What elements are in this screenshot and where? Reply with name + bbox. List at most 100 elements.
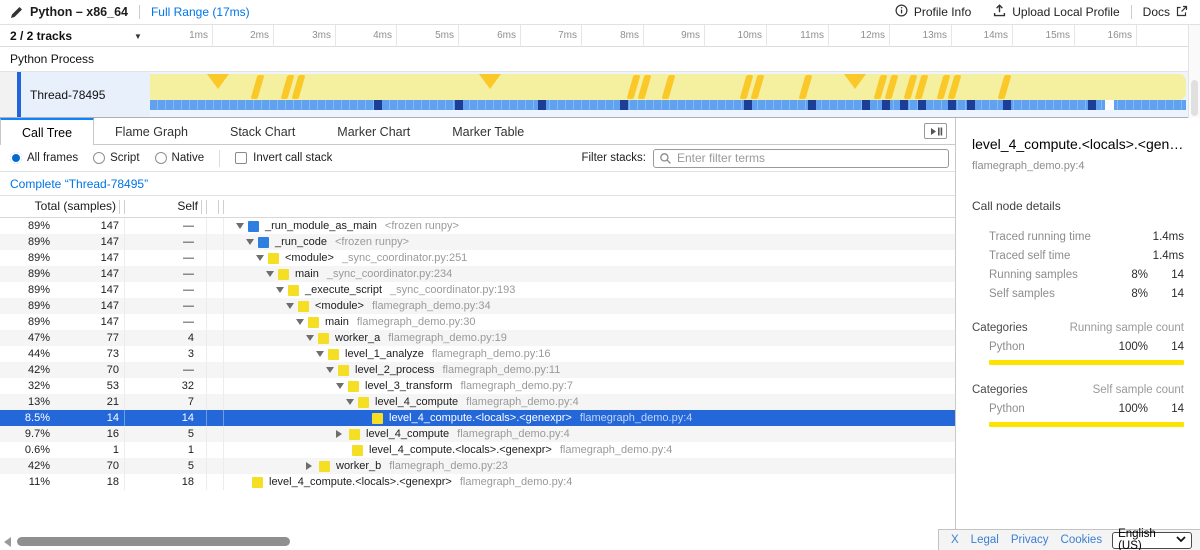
expand-icon[interactable] (306, 462, 312, 470)
tab-stack-chart[interactable]: Stack Chart (209, 118, 316, 145)
track-python-process[interactable]: Python Process (0, 47, 1188, 72)
collapse-icon[interactable] (346, 399, 354, 405)
footer-link-privacy[interactable]: Privacy (1011, 534, 1049, 546)
category-box-icon (298, 301, 309, 312)
file-location: _sync_coordinator.py:234 (327, 268, 452, 280)
file-location: flamegraph_demo.py:4 (457, 428, 570, 440)
ruler-tick-label: 14ms (958, 25, 1008, 47)
tab-marker-table[interactable]: Marker Table (431, 118, 545, 145)
total-samples: 147 (50, 268, 124, 280)
radio-icon (155, 152, 167, 164)
track-thread[interactable]: Thread-78495 (0, 72, 1188, 118)
collapse-icon[interactable] (246, 239, 254, 245)
table-row[interactable]: 32%5332level_3_transformflamegraph_demo.… (0, 378, 955, 394)
tab-marker-chart[interactable]: Marker Chart (316, 118, 431, 145)
category-box-icon (252, 477, 263, 488)
samples-strip[interactable] (150, 100, 1186, 110)
ruler-tick (520, 25, 521, 47)
table-row[interactable]: 89%147—mainflamegraph_demo.py:30 (0, 314, 955, 330)
activity-marker-icon (292, 75, 306, 99)
vertical-scrollbar-thumb[interactable] (1191, 80, 1198, 116)
activity-marker-icon (885, 75, 899, 99)
scroll-left-arrow[interactable] (4, 537, 11, 547)
table-row[interactable]: 13%217level_4_computeflamegraph_demo.py:… (0, 394, 955, 410)
collapse-icon[interactable] (256, 255, 264, 261)
invert-call-stack-checkbox[interactable]: Invert call stack (235, 152, 332, 164)
thread-activity-track[interactable] (150, 72, 1188, 117)
vertical-scrollbar[interactable] (1188, 25, 1200, 118)
self-samples: — (125, 250, 207, 266)
expand-icon[interactable] (336, 430, 342, 438)
total-samples: 77 (50, 332, 124, 344)
full-range-link[interactable]: Full Range (17ms) (151, 5, 250, 19)
table-row[interactable]: 8.5%1414level_4_compute.<locals>.<genexp… (0, 410, 955, 426)
sidebar-detail-row: Running samples8%14 (972, 265, 1184, 284)
thread-label[interactable]: Thread-78495 (21, 72, 150, 117)
breadcrumb-root-link[interactable]: Complete “Thread-78495” (10, 177, 148, 191)
table-row[interactable]: 42%705worker_bflamegraph_demo.py:23 (0, 458, 955, 474)
table-row[interactable]: 42%70—level_2_processflamegraph_demo.py:… (0, 362, 955, 378)
divider (1131, 5, 1132, 19)
column-header-total[interactable]: Total (samples) (0, 196, 125, 218)
collapse-icon[interactable] (336, 383, 344, 389)
collapse-icon[interactable] (316, 351, 324, 357)
table-row[interactable]: 89%147—_execute_script_sync_coordinator.… (0, 282, 955, 298)
table-row[interactable]: 44%733level_1_analyzeflamegraph_demo.py:… (0, 346, 955, 362)
edit-pencil-icon[interactable] (10, 6, 23, 19)
radio-all-frames[interactable]: All frames (10, 152, 78, 164)
collapse-icon[interactable] (326, 367, 334, 373)
category-breakdown: CategoriesRunning sample countPython100%… (972, 322, 1184, 427)
sample-gap (1105, 100, 1114, 110)
total-samples: 147 (50, 220, 124, 232)
function-name: worker_a (335, 332, 380, 344)
file-location: flamegraph_demo.py:23 (389, 460, 508, 472)
tab-call-tree[interactable]: Call Tree (0, 118, 94, 146)
top-bar: Python – x86_64 Full Range (17ms) Profil… (0, 0, 1200, 25)
radio-script[interactable]: Script (93, 152, 139, 164)
collapse-icon[interactable] (236, 223, 244, 229)
filter-input[interactable] (653, 149, 949, 168)
panel-tab-bar: Call TreeFlame GraphStack ChartMarker Ch… (0, 118, 955, 145)
table-row[interactable]: 47%774worker_aflamegraph_demo.py:19 (0, 330, 955, 346)
self-samples: 14 (125, 410, 207, 426)
profile-info-button[interactable]: Profile Info (895, 4, 971, 20)
table-row[interactable]: 0.6%11level_4_compute.<locals>.<genexpr>… (0, 442, 955, 458)
column-header-self[interactable]: Self (125, 196, 207, 218)
table-row[interactable]: 89%147—_run_module_as_main<frozen runpy> (0, 218, 955, 234)
filter-stacks-label: Filter stacks: (581, 152, 646, 164)
tracks-dropdown[interactable]: 2 / 2 tracks ▼ (0, 25, 150, 47)
total-samples: 147 (50, 316, 124, 328)
tab-flame-graph[interactable]: Flame Graph (94, 118, 209, 145)
radio-native[interactable]: Native (155, 152, 205, 164)
sidebar: level_4_compute.<locals>.<genexpr> flame… (955, 118, 1200, 550)
table-row[interactable]: 9.7%165level_4_computeflamegraph_demo.py… (0, 426, 955, 442)
total-percent: 42% (0, 364, 50, 376)
collapse-icon[interactable] (306, 335, 314, 341)
table-row[interactable]: 89%147—_run_code<frozen runpy> (0, 234, 955, 250)
upload-profile-button[interactable]: Upload Local Profile (993, 4, 1119, 20)
table-row[interactable]: 89%147—<module>flamegraph_demo.py:34 (0, 298, 955, 314)
function-name: main (325, 316, 349, 328)
language-select[interactable]: English (US) (1112, 532, 1192, 549)
sample-block (808, 100, 816, 110)
footer-link-x[interactable]: X (951, 534, 959, 546)
ruler-tick-label: 4ms (342, 25, 392, 47)
docs-link[interactable]: Docs (1143, 5, 1188, 20)
ruler-tick (828, 25, 829, 47)
table-row[interactable]: 89%147—<module>_sync_coordinator.py:251 (0, 250, 955, 266)
collapse-icon[interactable] (286, 303, 294, 309)
footer-link-cookies[interactable]: Cookies (1061, 534, 1103, 546)
radio-icon (93, 152, 105, 164)
total-percent: 47% (0, 332, 50, 344)
category-box-icon (318, 333, 329, 344)
horizontal-scrollbar-thumb[interactable] (17, 537, 290, 546)
collapse-icon[interactable] (296, 319, 304, 325)
sidebar-toggle-button[interactable] (924, 123, 947, 139)
activity-graph[interactable] (150, 74, 1186, 100)
table-row[interactable]: 11%1818level_4_compute.<locals>.<genexpr… (0, 474, 955, 490)
footer-link-legal[interactable]: Legal (971, 534, 999, 546)
collapse-icon[interactable] (276, 287, 284, 293)
ruler-tick-label: 9ms (650, 25, 700, 47)
table-row[interactable]: 89%147—main_sync_coordinator.py:234 (0, 266, 955, 282)
collapse-icon[interactable] (266, 271, 274, 277)
